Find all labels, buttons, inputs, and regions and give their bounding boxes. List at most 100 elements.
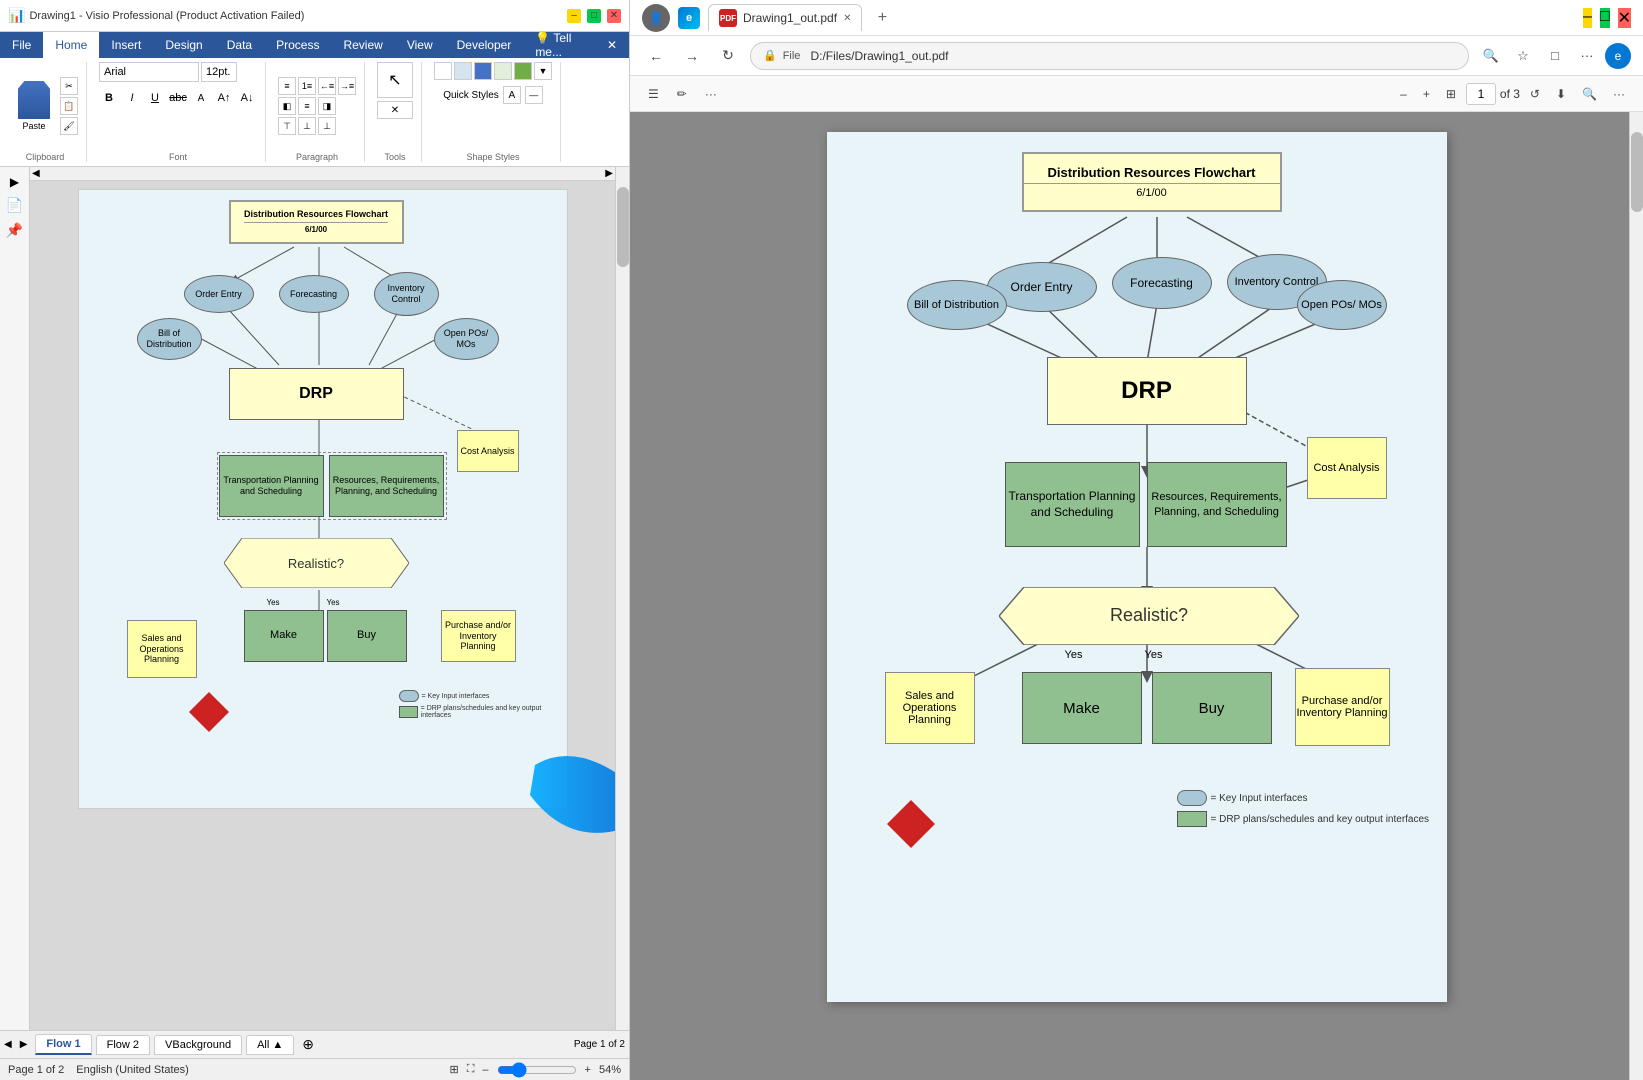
tab-design[interactable]: Design xyxy=(153,32,214,58)
rotate-button[interactable]: ↺ xyxy=(1524,81,1546,107)
sheet-tab-flow1[interactable]: Flow 1 xyxy=(35,1034,91,1055)
properties-panel-button[interactable]: 📌 xyxy=(6,222,23,239)
pdf-red-shape xyxy=(887,800,935,853)
sidebar-toggle[interactable]: ▶ xyxy=(10,175,19,189)
sidebar-toggle-pdf[interactable]: ☰ xyxy=(642,81,665,107)
page-number-input[interactable] xyxy=(1466,83,1496,105)
minimize-button[interactable]: – xyxy=(567,9,581,23)
zoom-slider[interactable] xyxy=(497,1062,577,1078)
align-middle-button[interactable]: ⊥ xyxy=(298,117,316,135)
add-sheet-button[interactable]: ⊕ xyxy=(302,1036,314,1053)
tab-data[interactable]: Data xyxy=(215,32,264,58)
sheet-tab-all[interactable]: All ▲ xyxy=(246,1035,294,1055)
scroll-tabs-right[interactable]: ▶ xyxy=(20,1039,28,1050)
pdf-scroll-thumb[interactable] xyxy=(1631,132,1643,212)
refresh-button[interactable]: ↻ xyxy=(714,42,742,70)
fit-page-button[interactable]: ⊞ xyxy=(1440,81,1462,107)
sheet-tab-vbackground[interactable]: VBackground xyxy=(154,1035,242,1055)
align-top-button[interactable]: ⊤ xyxy=(278,117,296,135)
pdf-tab-close-button[interactable]: ✕ xyxy=(843,13,851,24)
increase-font-button[interactable]: A↑ xyxy=(214,88,234,108)
scroll-tabs-left[interactable]: ◀ xyxy=(4,1039,12,1050)
zoom-in-pdf[interactable]: + xyxy=(1417,81,1436,107)
italic-button[interactable]: I xyxy=(122,88,142,108)
scroll-left-btn[interactable]: ◀ xyxy=(32,168,40,179)
sheet-tab-flow2[interactable]: Flow 2 xyxy=(96,1035,150,1055)
zoom-fit-button[interactable]: ⊞ xyxy=(449,1063,458,1076)
indent-increase-button[interactable]: →≡ xyxy=(338,77,356,95)
zoom-pdf-button[interactable]: 🔍 xyxy=(1477,42,1505,70)
favorites-button[interactable]: ☆ xyxy=(1509,42,1537,70)
paste-button[interactable]: Paste xyxy=(12,79,56,133)
paragraph-content: ≡ 1≡ ←≡ →≡ ◧ ≡ ◨ ⊤ ⊥ ⊥ xyxy=(278,62,356,150)
align-center-button[interactable]: ≡ xyxy=(298,97,316,115)
profile-icon[interactable]: 👤 xyxy=(642,4,670,32)
scroll-right-btn[interactable]: ▶ xyxy=(605,168,613,179)
style-cell-4[interactable] xyxy=(494,62,512,80)
style-cell-1[interactable] xyxy=(434,62,452,80)
strikethrough-button[interactable]: abc xyxy=(168,88,188,108)
font-group: B I U abc A A↑ A↓ Font xyxy=(95,62,266,162)
align-bottom-button[interactable]: ⊥ xyxy=(318,117,336,135)
tab-insert[interactable]: Insert xyxy=(99,32,153,58)
tab-view[interactable]: View xyxy=(395,32,445,58)
back-button[interactable]: ← xyxy=(642,42,670,70)
format-painter-button[interactable]: 🖌 xyxy=(60,117,78,135)
more-styles-button[interactable]: ▼ xyxy=(534,62,552,80)
decrease-font-button[interactable]: A↓ xyxy=(237,88,257,108)
url-bar[interactable]: 🔒 File D:/Files/Drawing1_out.pdf xyxy=(750,42,1469,70)
bullets-button[interactable]: ≡ xyxy=(278,77,296,95)
bold-button[interactable]: B xyxy=(99,88,119,108)
edge-profile-button[interactable]: e xyxy=(1605,43,1631,69)
connector-tool[interactable]: ✕ xyxy=(377,101,413,119)
visio-yes-right: Yes xyxy=(327,598,340,607)
shapes-panel-button[interactable]: 📄 xyxy=(6,197,23,214)
new-tab-button[interactable]: + xyxy=(870,6,894,30)
ribbon-close-button[interactable]: ✕ xyxy=(595,32,629,58)
style-cell-3[interactable] xyxy=(474,62,492,80)
pointer-tool[interactable]: ↖ xyxy=(377,62,413,98)
maximize-button[interactable]: □ xyxy=(587,9,601,23)
tab-developer[interactable]: Developer xyxy=(445,32,524,58)
more-pdf-options[interactable]: ··· xyxy=(1607,81,1631,107)
tab-home[interactable]: Home xyxy=(43,32,99,58)
read-aloud-button[interactable]: □ xyxy=(1541,42,1569,70)
para-row-1: ≡ 1≡ ←≡ →≡ xyxy=(278,77,356,95)
style-cell-5[interactable] xyxy=(514,62,532,80)
tab-process[interactable]: Process xyxy=(264,32,331,58)
more-options-button[interactable]: ··· xyxy=(1573,42,1601,70)
close-button[interactable]: ✕ xyxy=(607,9,621,23)
download-button[interactable]: ⬇ xyxy=(1550,81,1572,107)
font-name-input[interactable] xyxy=(99,62,199,82)
pen-tool[interactable]: ✏ xyxy=(671,81,693,107)
pdf-tab[interactable]: PDF Drawing1_out.pdf ✕ xyxy=(708,4,862,31)
align-right-button[interactable]: ◨ xyxy=(318,97,336,115)
underline-button[interactable]: U xyxy=(145,88,165,108)
scroll-thumb[interactable] xyxy=(617,187,629,267)
zoom-fullscreen[interactable]: ⛶ xyxy=(467,1063,475,1076)
align-left-button[interactable]: ◧ xyxy=(278,97,296,115)
zoom-increase[interactable]: + xyxy=(585,1064,591,1076)
numbering-button[interactable]: 1≡ xyxy=(298,77,316,95)
pdf-maximize-button[interactable]: □ xyxy=(1600,8,1610,28)
font-color-button[interactable]: A xyxy=(191,88,211,108)
font-size-input[interactable] xyxy=(201,62,237,82)
tab-review[interactable]: Review xyxy=(331,32,394,58)
tab-file[interactable]: File xyxy=(0,32,43,58)
forward-button[interactable]: → xyxy=(678,42,706,70)
pdf-close-button[interactable]: ✕ xyxy=(1618,8,1631,28)
zoom-out-pdf[interactable]: – xyxy=(1394,81,1413,107)
indent-decrease-button[interactable]: ←≡ xyxy=(318,77,336,95)
tell-me-input[interactable]: 💡 Tell me... xyxy=(523,32,595,58)
pdf-minimize-button[interactable]: – xyxy=(1583,8,1592,28)
copy-button[interactable]: 📋 xyxy=(60,97,78,115)
window-controls: – □ ✕ xyxy=(567,9,621,23)
search-pdf-button[interactable]: 🔍 xyxy=(1576,81,1603,107)
line-color-button[interactable]: — xyxy=(525,86,543,104)
fill-color-button[interactable]: A xyxy=(503,86,521,104)
pdf-realistic: Realistic? xyxy=(999,587,1299,650)
zoom-decrease[interactable]: – xyxy=(482,1064,488,1076)
more-pdf-tools[interactable]: ··· xyxy=(699,81,723,107)
style-cell-2[interactable] xyxy=(454,62,472,80)
cut-button[interactable]: ✂ xyxy=(60,77,78,95)
